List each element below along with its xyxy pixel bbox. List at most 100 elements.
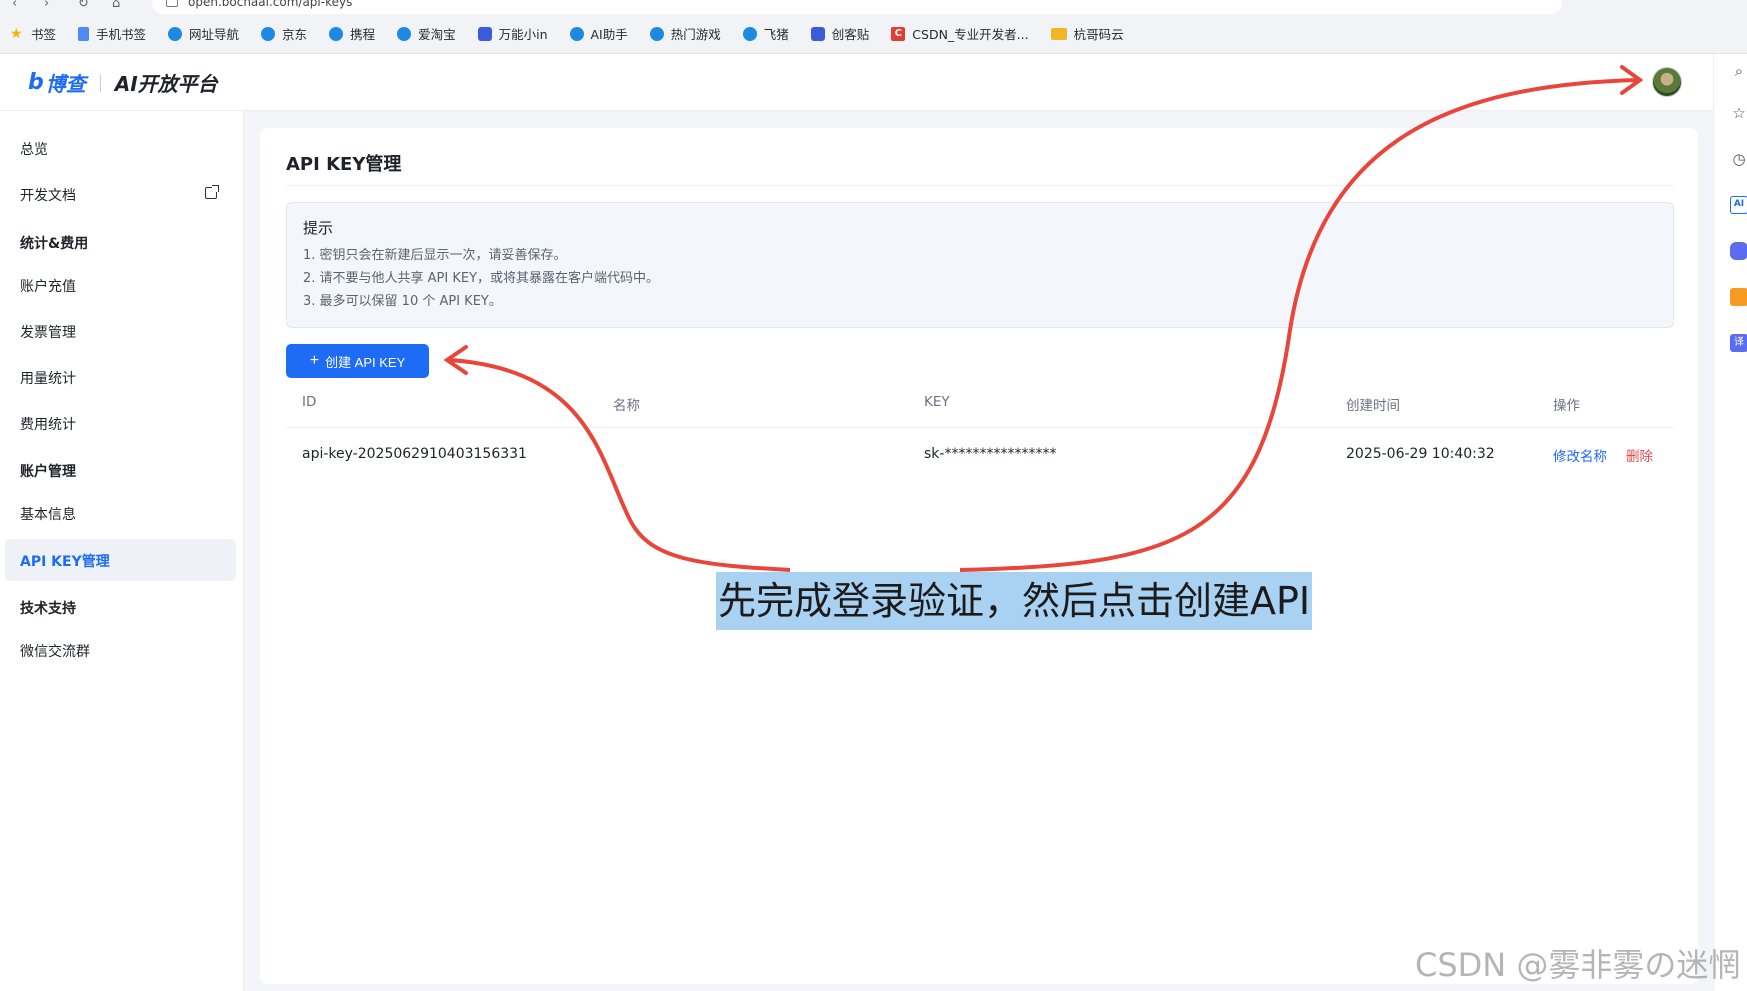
bookmark-label: 书签 bbox=[31, 27, 57, 42]
column-header-key: KEY bbox=[924, 394, 950, 410]
tip-line: 1. 密钥只会在新建后显示一次，请妥善保存。 bbox=[303, 248, 567, 263]
bookmark-label: 手机书签 bbox=[96, 27, 147, 42]
column-header-created: 创建时间 bbox=[1346, 398, 1400, 414]
bookmark-item[interactable]: 热门游戏 bbox=[649, 24, 721, 43]
e-icon bbox=[261, 26, 276, 41]
column-header-name: 名称 bbox=[613, 398, 640, 414]
extension-rail: ⌕ ☆ ◷ AI 译 bbox=[1713, 54, 1747, 991]
avatar[interactable] bbox=[1652, 67, 1682, 97]
sidebar-item-docs[interactable]: 开发文档 bbox=[20, 185, 76, 205]
logo[interactable]: b 博查 AI开放平台 bbox=[28, 68, 218, 97]
folder-icon bbox=[1050, 27, 1067, 40]
browser-toolbar: ‹ › ↻ ⌂ open.bochaai.com/api-keys bbox=[0, 0, 1747, 14]
e-icon bbox=[569, 26, 584, 41]
sidebar-item-api-key[interactable]: API KEY管理 bbox=[5, 539, 236, 581]
bookmark-item[interactable]: 手机书签 bbox=[78, 24, 146, 43]
sidebar-item-cost[interactable]: 费用统计 bbox=[20, 414, 76, 434]
sidebar-item-wechat-group[interactable]: 微信交流群 bbox=[20, 641, 90, 661]
create-api-key-button[interactable]: + 创建 API KEY bbox=[286, 344, 429, 378]
bookmark-item[interactable]: 万能小in bbox=[477, 24, 548, 43]
sidebar-group-billing: 统计&费用 bbox=[20, 236, 89, 252]
e-icon bbox=[329, 26, 344, 41]
star-icon: ★ bbox=[10, 25, 23, 42]
bookmark-label: CSDN_专业开发者... bbox=[912, 27, 1029, 42]
logo-brand: 博查 bbox=[45, 72, 86, 96]
back-icon[interactable]: ‹ bbox=[12, 0, 17, 11]
bookmark-item[interactable]: 京东 bbox=[261, 24, 307, 43]
create-api-key-label: 创建 API KEY bbox=[325, 354, 406, 370]
box-icon bbox=[477, 26, 492, 41]
bookmark-item[interactable]: 网址导航 bbox=[168, 24, 239, 43]
e-icon bbox=[168, 26, 183, 41]
game-icon[interactable] bbox=[1730, 242, 1747, 260]
bookmark-label: AI助手 bbox=[590, 27, 628, 42]
bookmark-item[interactable]: AI助手 bbox=[569, 24, 628, 43]
column-header-actions: 操作 bbox=[1553, 398, 1580, 414]
sidebar-item-overview[interactable]: 总览 bbox=[20, 139, 48, 159]
bookmark-label: 万能小in bbox=[498, 27, 548, 42]
plus-icon: + bbox=[309, 352, 320, 369]
sidebar-group-account: 账户管理 bbox=[20, 464, 76, 480]
sidebar-item-usage[interactable]: 用量统计 bbox=[20, 368, 76, 388]
bookmark-item[interactable]: 飞猪 bbox=[742, 24, 789, 43]
tip-line: 2. 请不要与他人共享 API KEY，或将其暴露在客户端代码中。 bbox=[303, 271, 660, 286]
cell-created: 2025-06-29 10:40:32 bbox=[1346, 446, 1495, 462]
bookmark-label: 飞猪 bbox=[763, 27, 789, 42]
bookmark-label: 网址导航 bbox=[189, 27, 240, 42]
rename-link[interactable]: 修改名称 bbox=[1553, 445, 1607, 465]
bookmark-label: 杭哥码云 bbox=[1073, 27, 1124, 42]
bookmark-item[interactable]: 创客贴 bbox=[810, 24, 870, 43]
sidebar: 总览 开发文档 统计&费用 账户充值 发票管理 用量统计 费用统计 账户管理 基… bbox=[0, 111, 244, 991]
translate-icon[interactable]: 译 bbox=[1730, 334, 1747, 352]
page-title: API KEY管理 bbox=[286, 154, 402, 175]
watermark: CSDN @雾非雾の迷惘 bbox=[1415, 946, 1741, 984]
sidebar-item-recharge[interactable]: 账户充值 bbox=[20, 276, 76, 296]
bookmark-item[interactable]: ★ 书签 bbox=[10, 24, 56, 43]
sidebar-item-invoice[interactable]: 发票管理 bbox=[20, 322, 76, 342]
bookmark-label: 携程 bbox=[350, 27, 376, 42]
logo-mark: b bbox=[28, 70, 44, 95]
star-outline-icon[interactable]: ☆ bbox=[1730, 104, 1747, 122]
sidebar-group-support: 技术支持 bbox=[20, 601, 76, 617]
box-icon bbox=[810, 26, 825, 41]
address-url: open.bochaai.com/api-keys bbox=[188, 0, 353, 9]
sidebar-item-basic-info[interactable]: 基本信息 bbox=[20, 504, 76, 524]
table-header-divider bbox=[286, 427, 1674, 428]
phone-icon bbox=[78, 26, 90, 41]
ai-icon[interactable]: AI bbox=[1730, 196, 1747, 214]
forward-icon[interactable]: › bbox=[44, 0, 49, 11]
csdn-icon: C bbox=[891, 26, 906, 41]
bookmark-item[interactable]: C CSDN_专业开发者... bbox=[891, 24, 1029, 43]
api-key-card: API KEY管理 提示 1. 密钥只会在新建后显示一次，请妥善保存。 2. 请… bbox=[260, 128, 1698, 984]
bookmark-label: 京东 bbox=[282, 27, 308, 42]
site-info-icon[interactable] bbox=[166, 0, 178, 7]
annotation-caption: 先完成登录验证，然后点击创建API bbox=[716, 572, 1313, 630]
bookmark-item[interactable]: 杭哥码云 bbox=[1050, 24, 1124, 43]
e-icon bbox=[397, 26, 412, 41]
tip-title: 提示 bbox=[303, 219, 334, 237]
bag-icon[interactable] bbox=[1730, 288, 1747, 306]
external-link-icon[interactable] bbox=[205, 185, 219, 199]
bookmark-label: 创客贴 bbox=[831, 27, 870, 42]
reload-icon[interactable]: ↻ bbox=[78, 0, 89, 11]
tip-line: 3. 最多可以保留 10 个 API KEY。 bbox=[303, 294, 502, 309]
search-icon[interactable]: ⌕ bbox=[1730, 62, 1747, 80]
bookmark-item[interactable]: 爱淘宝 bbox=[397, 24, 456, 43]
home-icon[interactable]: ⌂ bbox=[112, 0, 120, 11]
e-icon bbox=[649, 26, 664, 41]
e-icon bbox=[742, 26, 757, 41]
history-icon[interactable]: ◷ bbox=[1730, 150, 1747, 168]
title-divider bbox=[286, 185, 1674, 186]
cell-id: api-key-20250629104031563​31 bbox=[302, 446, 527, 462]
logo-divider bbox=[99, 73, 101, 92]
bookmark-item[interactable]: 携程 bbox=[329, 24, 375, 43]
address-bar[interactable]: open.bochaai.com/api-keys bbox=[152, 0, 1562, 14]
tip-box: 提示 1. 密钥只会在新建后显示一次，请妥善保存。 2. 请不要与他人共享 AP… bbox=[286, 202, 1674, 328]
bookmark-label: 爱淘宝 bbox=[418, 27, 456, 42]
delete-link[interactable]: 删除 bbox=[1626, 445, 1653, 465]
app-header: b 博查 AI开放平台 bbox=[0, 54, 1713, 111]
sidebar-item-api-key-label: API KEY管理 bbox=[20, 554, 110, 570]
bookmarks-bar: ★ 书签 手机书签 网址导航 京东 携程 爱淘宝 万能小in AI助手 热门游戏 … bbox=[0, 14, 1747, 54]
bookmark-label: 热门游戏 bbox=[670, 27, 721, 42]
logo-title: AI开放平台 bbox=[114, 72, 218, 96]
